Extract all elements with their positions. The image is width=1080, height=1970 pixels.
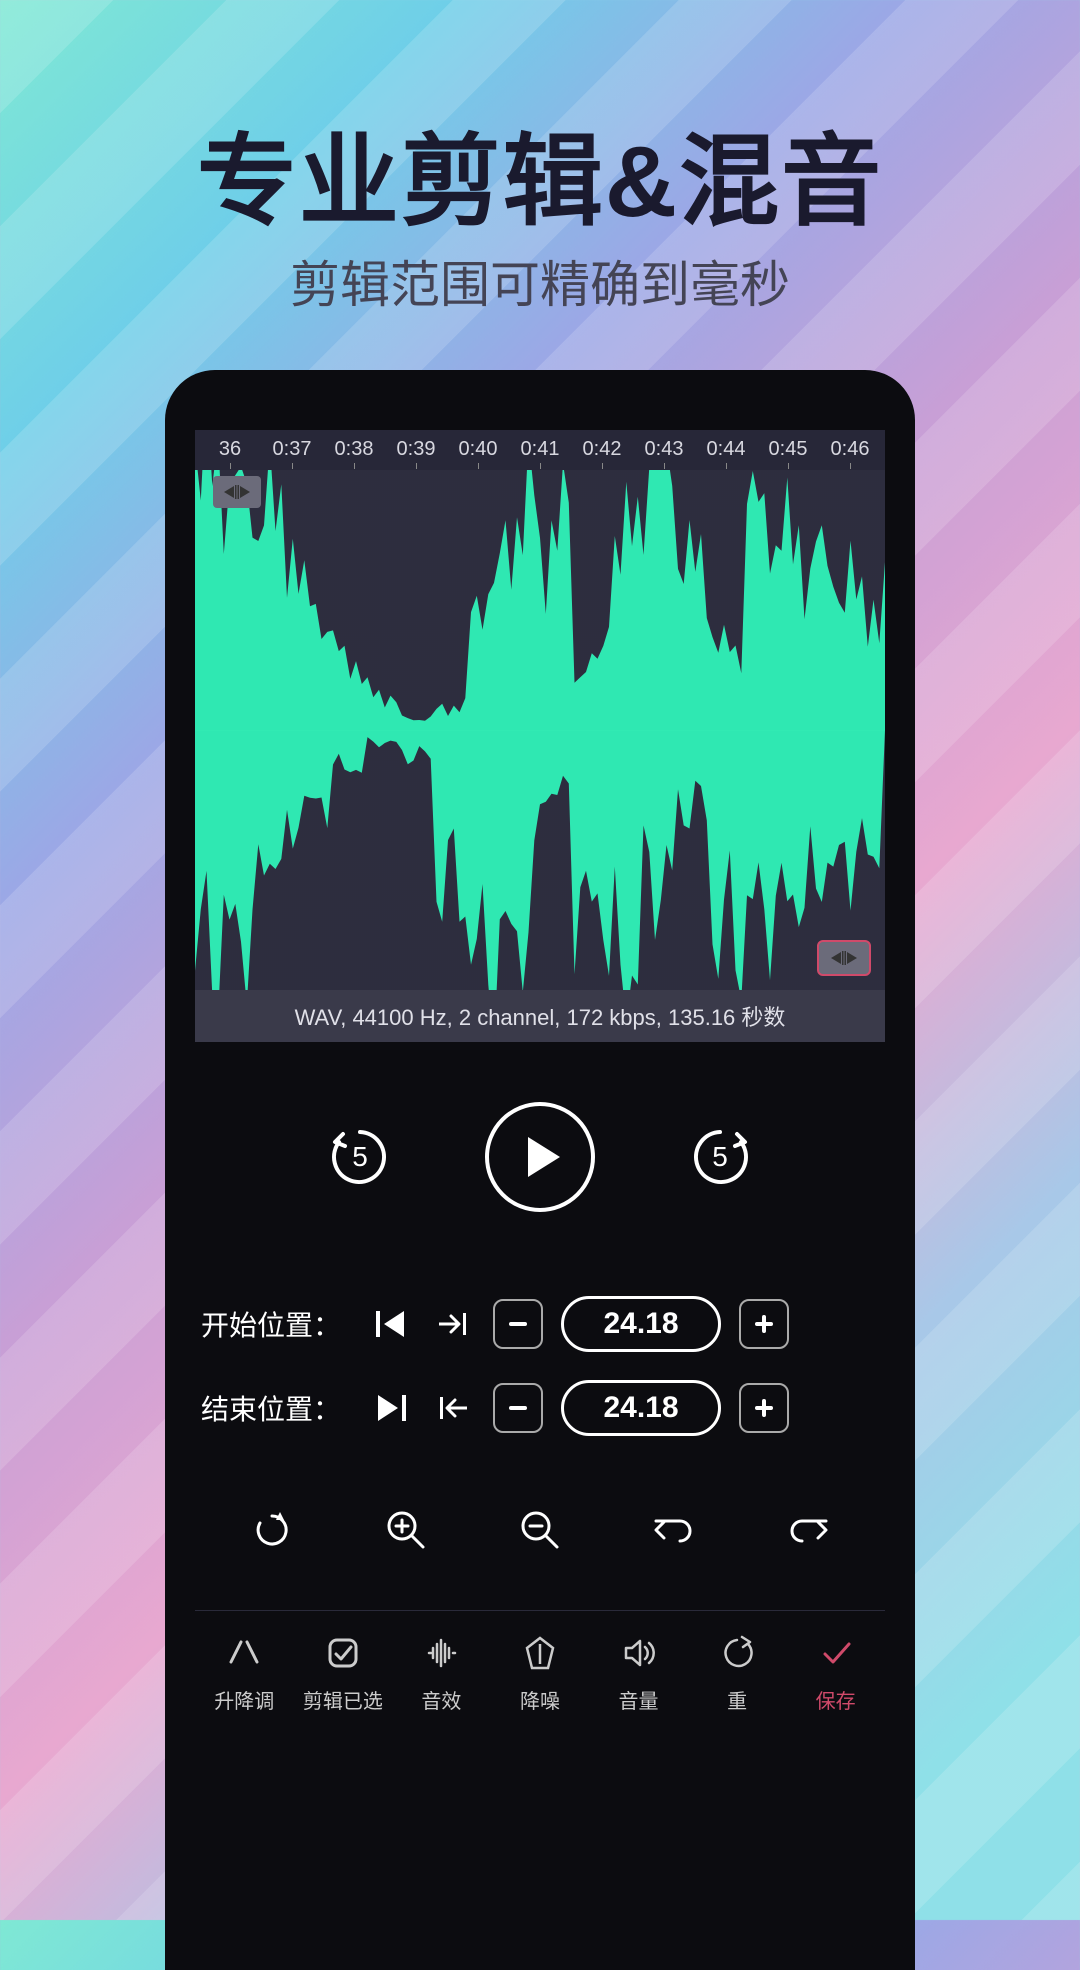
bottom-tab-label: 升降调 [214, 1685, 274, 1714]
trim-icon [321, 1631, 365, 1675]
redo-icon [786, 1512, 830, 1548]
time-tick: 0:40 [447, 438, 509, 461]
bottom-tab-reset[interactable]: 重 [692, 1631, 782, 1714]
plus-icon [755, 1399, 773, 1417]
save-icon [814, 1631, 858, 1675]
zoom-in-button[interactable] [376, 1500, 436, 1560]
bottom-tab-label: 音效 [421, 1685, 461, 1714]
transport-controls: 5 5 [195, 1102, 885, 1212]
start-increment-button[interactable] [739, 1299, 789, 1349]
end-position-value[interactable]: 24.18 [561, 1380, 721, 1436]
end-position-label: 结束位置： [201, 1388, 351, 1428]
minus-icon [509, 1322, 527, 1326]
start-position-row: 开始位置： 24.18 [195, 1282, 885, 1366]
bottom-tab-label: 降噪 [520, 1685, 560, 1714]
zoom-in-icon [385, 1509, 427, 1551]
time-tick: 0:41 [509, 438, 571, 461]
bottom-tab-save[interactable]: 保存 [791, 1631, 881, 1714]
bottom-tab-label: 剪辑已选 [303, 1685, 383, 1714]
start-decrement-button[interactable] [493, 1299, 543, 1349]
time-tick: 0:46 [819, 438, 881, 461]
snap-right-button[interactable] [431, 1302, 475, 1346]
zoom-out-icon [519, 1509, 561, 1551]
bottom-tab-trim[interactable]: 剪辑已选 [298, 1631, 388, 1714]
hero-title: 专业剪辑&混音 [0, 100, 1080, 245]
bottom-tab-label: 重 [727, 1685, 747, 1714]
bottom-tab-label: 保存 [816, 1685, 856, 1714]
time-tick: 0:39 [385, 438, 447, 461]
skip-previous-icon [376, 1311, 406, 1337]
jump-to-start-button[interactable] [369, 1302, 413, 1346]
time-tick: 36 [199, 438, 261, 461]
denoise-icon [518, 1631, 562, 1675]
refresh-icon [252, 1510, 292, 1550]
time-tick: 0:45 [757, 438, 819, 461]
snap-left-button[interactable] [431, 1386, 475, 1430]
bottom-tab-bar: 升降调剪辑已选 音效 降噪 音量 重 保存 [195, 1610, 885, 1714]
time-tick: 0:42 [571, 438, 633, 461]
time-ruler: 360:370:380:390:400:410:420:430:440:450:… [195, 430, 885, 469]
time-tick: 0:44 [695, 438, 757, 461]
phone-frame: 360:370:380:390:400:410:420:430:440:450:… [165, 370, 915, 1970]
undo-button[interactable] [644, 1500, 704, 1560]
plus-icon [755, 1315, 773, 1333]
play-icon [528, 1137, 560, 1177]
waveform-svg [195, 470, 885, 990]
volume-icon [617, 1631, 661, 1675]
arrow-to-bar-icon [439, 1311, 467, 1337]
effect-icon [419, 1631, 463, 1675]
zoom-out-button[interactable] [510, 1500, 570, 1560]
refresh-button[interactable] [242, 1500, 302, 1560]
skip-forward-seconds: 5 [712, 1141, 728, 1173]
minus-icon [509, 1406, 527, 1410]
time-tick: 0:38 [323, 438, 385, 461]
bottom-tab-label: 音量 [619, 1685, 659, 1714]
skip-back-seconds: 5 [352, 1141, 368, 1173]
bar-to-arrow-icon [439, 1395, 467, 1421]
audio-info: WAV, 44100 Hz, 2 channel, 172 kbps, 135.… [195, 990, 885, 1042]
pitch-icon [222, 1631, 266, 1675]
skip-back-button[interactable]: 5 [325, 1122, 395, 1192]
wave-area[interactable] [195, 470, 885, 990]
jump-to-end-button[interactable] [369, 1386, 413, 1430]
bottom-tab-effect[interactable]: 音效 [396, 1631, 486, 1714]
end-increment-button[interactable] [739, 1383, 789, 1433]
trim-handle-start[interactable] [213, 476, 261, 508]
undo-icon [652, 1512, 696, 1548]
position-panel: 开始位置： 24.18 [195, 1282, 885, 1450]
bottom-tab-denoise[interactable]: 降噪 [495, 1631, 585, 1714]
end-decrement-button[interactable] [493, 1383, 543, 1433]
skip-forward-button[interactable]: 5 [685, 1122, 755, 1192]
trim-handle-end[interactable] [817, 940, 871, 976]
start-position-value[interactable]: 24.18 [561, 1296, 721, 1352]
bottom-tab-volume[interactable]: 音量 [594, 1631, 684, 1714]
time-tick: 0:37 [261, 438, 323, 461]
reset-icon [715, 1631, 759, 1675]
waveform-container[interactable]: 360:370:380:390:400:410:420:430:440:450:… [195, 430, 885, 990]
hero-subtitle: 剪辑范围可精确到毫秒 [0, 245, 1080, 317]
skip-next-icon [376, 1395, 406, 1421]
tool-row [195, 1500, 885, 1560]
play-button[interactable] [485, 1102, 595, 1212]
start-position-label: 开始位置： [201, 1304, 351, 1344]
redo-button[interactable] [778, 1500, 838, 1560]
time-tick: 0:43 [633, 438, 695, 461]
end-position-row: 结束位置： 24.18 [195, 1366, 885, 1450]
bottom-tab-pitch[interactable]: 升降调 [199, 1631, 289, 1714]
